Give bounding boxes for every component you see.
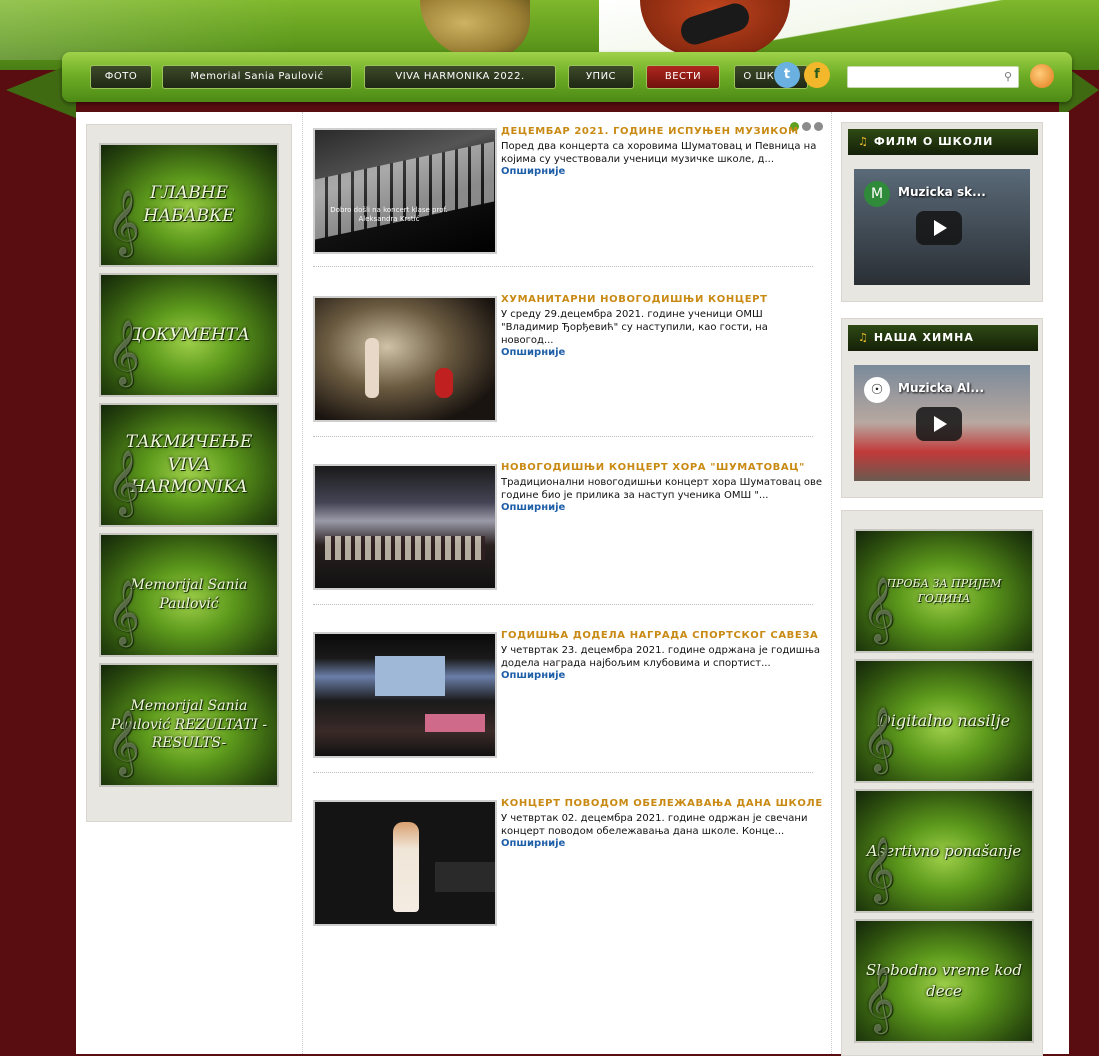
treble-clef-icon: 𝄞: [107, 580, 141, 646]
video-title: Muzicka sk...: [898, 185, 986, 199]
banner-memorial[interactable]: 𝄞 Memorijal Sania Paulović: [99, 533, 279, 657]
play-icon[interactable]: [916, 211, 962, 245]
news-body: КОНЦЕРТ ПОВОДОМ ОБЕЛЕЖАВАЊА ДАНА ШКОЛЕ У…: [501, 796, 823, 850]
channel-avatar: M: [864, 181, 890, 207]
video-heading: ♫ ФИЛМ О ШКОЛИ: [848, 129, 1038, 155]
nav-news[interactable]: ВЕСТИ: [646, 65, 720, 89]
video-title: Muzicka Al...: [898, 381, 985, 395]
news-excerpt: Поред два концерта са хоровима Шуматовац…: [501, 141, 817, 165]
nav-enrollment[interactable]: УПИС: [568, 65, 634, 89]
choir-figures: [325, 536, 485, 560]
news-item: ГОДИШЊА ДОДЕЛА НАГРАДА СПОРТСКОГ САВЕЗА …: [313, 628, 823, 758]
separator: [313, 604, 813, 605]
nav-viva-harmonika[interactable]: VIVA HARMONIKA 2022.: [364, 65, 556, 89]
separator: [313, 266, 813, 267]
banner-documents[interactable]: 𝄞 ДОКУМЕНТА: [99, 273, 279, 397]
separator: [313, 772, 813, 773]
news-thumbnail[interactable]: [313, 800, 497, 926]
treble-clef-icon: 𝄞: [862, 576, 896, 642]
news-title[interactable]: ГОДИШЊА ДОДЕЛА НАГРАДА СПОРТСКОГ САВЕЗА: [501, 628, 823, 644]
banner-shade: [0, 0, 300, 60]
nav-photo[interactable]: ФОТО: [90, 65, 152, 89]
main-nav: ФОТО Memorial Sania Paulović VIVA HARMON…: [62, 52, 1072, 102]
treble-clef-icon: 𝄞: [107, 710, 141, 776]
saxophone-image: [420, 0, 530, 58]
music-note-icon: ♫: [858, 331, 869, 344]
news-item: КОНЦЕРТ ПОВОДОМ ОБЕЛЕЖАВАЊА ДАНА ШКОЛЕ У…: [313, 796, 823, 926]
search-icon[interactable]: ⚲: [1004, 70, 1012, 83]
right-sidebar: 𝄞 ПРОБА ЗА ПРИЈЕМ ГОДИНА 𝄞 Digitalno nas…: [841, 510, 1043, 1056]
news-thumbnail[interactable]: [313, 632, 497, 758]
news-body: НОВОГОДИШЊИ КОНЦЕРТ ХОРА "ШУМАТОВАЦ" Тра…: [501, 460, 823, 514]
piano-figure: [425, 714, 485, 732]
news-excerpt: Традиционални новогодишњи концерт хора Ш…: [501, 477, 823, 501]
news-title[interactable]: ДЕЦЕМБАР 2021. ГОДИНЕ ИСПУЊЕН МУЗИКОМ: [501, 124, 823, 140]
nav-memorial[interactable]: Memorial Sania Paulović: [162, 65, 352, 89]
play-icon[interactable]: [916, 407, 962, 441]
read-more-link[interactable]: Опширније: [501, 670, 823, 682]
piano-figure: [435, 862, 495, 892]
banner-admission[interactable]: 𝄞 ПРОБА ЗА ПРИЈЕМ ГОДИНА: [854, 529, 1034, 653]
channel-avatar: ☉: [864, 377, 890, 403]
read-more-link[interactable]: Опширније: [501, 838, 823, 850]
news-column: Dobro došli na koncert klase prof. Aleks…: [302, 112, 832, 1054]
news-thumbnail[interactable]: [313, 464, 497, 590]
separator: [313, 436, 813, 437]
video-school-film: ♫ ФИЛМ О ШКОЛИ M Muzicka sk...: [841, 122, 1043, 302]
piano-keys: [315, 140, 495, 240]
rss-icon[interactable]: [1030, 64, 1054, 88]
search-box: ⚲: [847, 66, 1019, 90]
banner-competition[interactable]: 𝄞 ТАКМИЧЕЊЕ VIVA HARMONIKA: [99, 403, 279, 527]
banner-memorial-results[interactable]: 𝄞 Memorijal Sania Paulović REZULTATI -RE…: [99, 663, 279, 787]
read-more-link[interactable]: Опширније: [501, 347, 823, 359]
video-heading: ♫ НАША ХИМНА: [848, 325, 1038, 351]
video-heading-text: НАША ХИМНА: [873, 331, 974, 344]
news-title[interactable]: ХУМАНИТАРНИ НОВОГОДИШЊИ КОНЦЕРТ: [501, 292, 823, 308]
news-title[interactable]: КОНЦЕРТ ПОВОДОМ ОБЕЛЕЖАВАЊА ДАНА ШКОЛЕ: [501, 796, 823, 812]
news-thumbnail[interactable]: [313, 296, 497, 422]
read-more-link[interactable]: Опширније: [501, 166, 823, 178]
projection-screen: [375, 656, 445, 696]
news-body: ХУМАНИТАРНИ НОВОГОДИШЊИ КОНЦЕРТ У среду …: [501, 292, 823, 359]
news-item: ХУМАНИТАРНИ НОВОГОДИШЊИ КОНЦЕРТ У среду …: [313, 292, 823, 422]
treble-clef-icon: 𝄞: [862, 836, 896, 902]
treble-clef-icon: 𝄞: [862, 966, 896, 1032]
news-excerpt: У четвртак 02. децембра 2021. године одр…: [501, 813, 808, 837]
banner-assertive-behavior[interactable]: 𝄞 Asertivno ponašanje: [854, 789, 1034, 913]
banner-digital-violence[interactable]: 𝄞 Digitalno nasilje: [854, 659, 1034, 783]
page-content: 𝄞 ГЛАВНЕ НАБАВКЕ 𝄞 ДОКУМЕНТА 𝄞 ТАКМИЧЕЊЕ…: [76, 112, 1069, 1056]
banner-procurement[interactable]: 𝄞 ГЛАВНЕ НАБАВКЕ: [99, 143, 279, 267]
banner-label: Digitalno nasilje: [877, 710, 1011, 730]
search-input[interactable]: [852, 69, 996, 90]
treble-clef-icon: 𝄞: [107, 320, 141, 386]
thumbnail-caption: Dobro došli na koncert klase prof. Aleks…: [330, 206, 448, 223]
news-body: ДЕЦЕМБАР 2021. ГОДИНЕ ИСПУЊЕН МУЗИКОМ По…: [501, 124, 823, 178]
banner-free-time[interactable]: 𝄞 Slobodno vreme kod dece: [854, 919, 1034, 1043]
news-item: Dobro došli na koncert klase prof. Aleks…: [313, 124, 823, 254]
video-player[interactable]: M Muzicka sk...: [854, 169, 1030, 285]
performer-figure: [365, 338, 379, 398]
video-player[interactable]: ☉ Muzicka Al...: [854, 365, 1030, 481]
twitter-icon[interactable]: t: [774, 62, 800, 88]
singer-figure: [393, 822, 419, 912]
read-more-link[interactable]: Опширније: [501, 502, 823, 514]
treble-clef-icon: 𝄞: [862, 706, 896, 772]
news-excerpt: У среду 29.децембра 2021. године ученици…: [501, 309, 768, 346]
left-sidebar: 𝄞 ГЛАВНЕ НАБАВКЕ 𝄞 ДОКУМЕНТА 𝄞 ТАКМИЧЕЊЕ…: [86, 124, 292, 822]
facebook-icon[interactable]: f: [804, 62, 830, 88]
treble-clef-icon: 𝄞: [107, 450, 141, 516]
santa-figure: [435, 368, 453, 398]
video-anthem: ♫ НАША ХИМНА ☉ Muzicka Al...: [841, 318, 1043, 498]
news-item: НОВОГОДИШЊИ КОНЦЕРТ ХОРА "ШУМАТОВАЦ" Тра…: [313, 460, 823, 590]
video-heading-text: ФИЛМ О ШКОЛИ: [873, 135, 994, 148]
news-body: ГОДИШЊА ДОДЕЛА НАГРАДА СПОРТСКОГ САВЕЗА …: [501, 628, 823, 682]
news-thumbnail[interactable]: Dobro došli na koncert klase prof. Aleks…: [313, 128, 497, 254]
news-excerpt: У четвртак 23. децембра 2021. године одр…: [501, 645, 821, 669]
banner-label: ДОКУМЕНТА: [127, 324, 251, 345]
treble-clef-icon: 𝄞: [107, 190, 141, 256]
music-note-icon: ♫: [858, 135, 869, 148]
news-title[interactable]: НОВОГОДИШЊИ КОНЦЕРТ ХОРА "ШУМАТОВАЦ": [501, 460, 823, 476]
